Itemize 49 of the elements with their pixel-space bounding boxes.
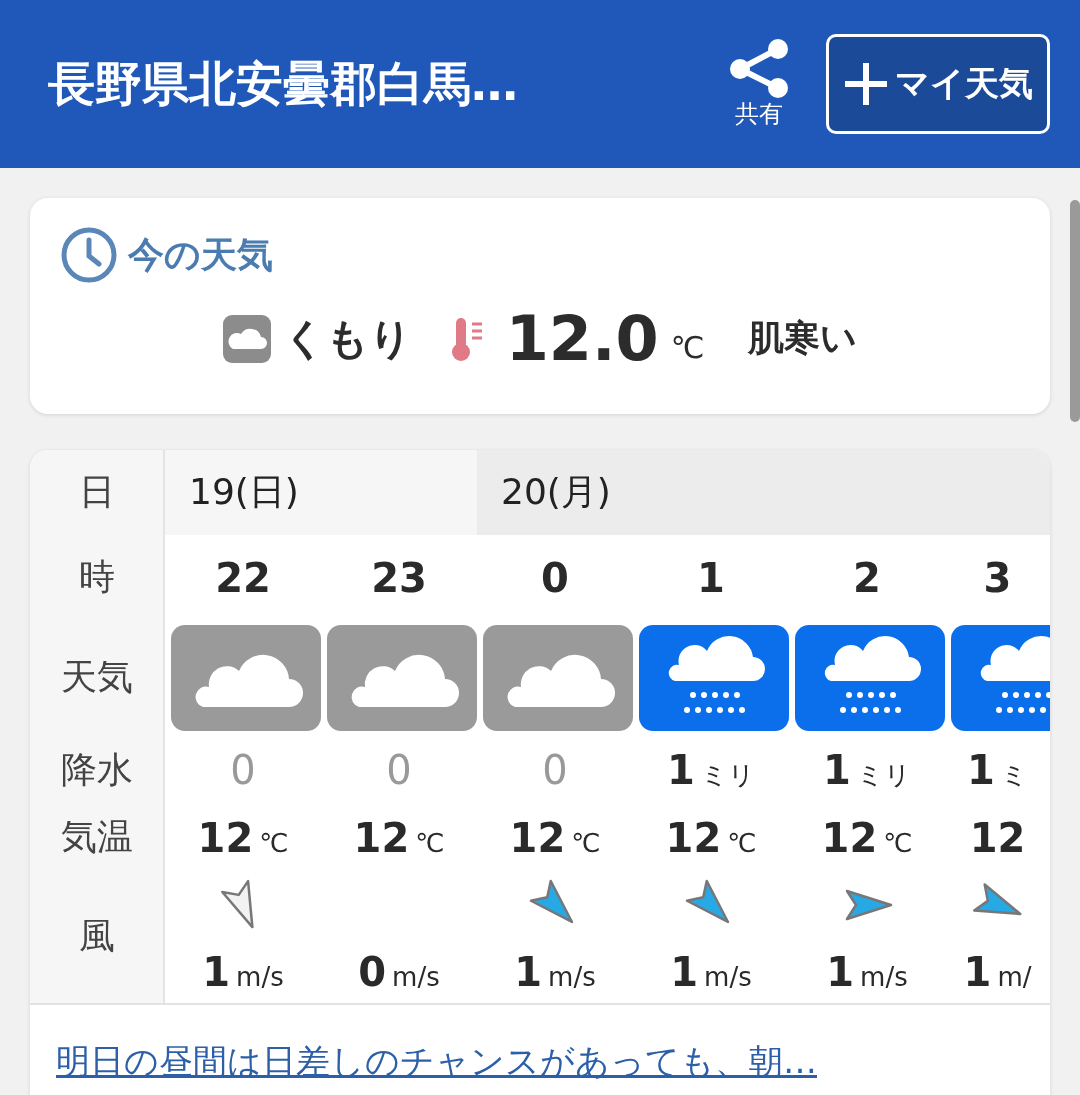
- cloud-icon: [483, 624, 633, 731]
- clock-icon: [60, 226, 118, 284]
- wind-speed: 1 m/s: [826, 948, 908, 995]
- wind-speed: 1 m/s: [202, 948, 284, 995]
- hour-label: 3: [983, 554, 1012, 601]
- row-label: 風: [78, 914, 115, 958]
- hour-label: 2: [853, 554, 881, 601]
- row-label: 天気: [60, 655, 133, 699]
- cloud-icon: [222, 314, 271, 363]
- temperature-value: 12℃: [197, 814, 289, 861]
- precipitation-value: 1 ミリ: [823, 747, 911, 793]
- wind-speed: 0 m/s: [358, 948, 440, 995]
- rain-icon: [639, 624, 789, 731]
- day-header: 20(月): [477, 450, 1050, 535]
- section-title: 今の天気: [128, 232, 273, 277]
- feeling-text: 肌寒い: [748, 316, 858, 360]
- hour-label: 23: [371, 554, 427, 601]
- row-label: 気温: [60, 815, 133, 859]
- cloud-icon: [327, 624, 477, 731]
- row-label: 降水: [60, 747, 133, 792]
- weather-condition: くもり: [282, 312, 412, 365]
- temperature-value: 12℃: [509, 814, 601, 861]
- current-temperature: 12.0: [505, 302, 659, 375]
- temperature-unit: ℃: [670, 330, 705, 365]
- temperature-value: 12: [969, 814, 1026, 861]
- precipitation-value: 1 ミ: [967, 747, 1028, 793]
- hour-label: 1: [697, 554, 725, 601]
- plus-icon: [843, 61, 889, 107]
- row-label: 時: [78, 555, 115, 599]
- forecast-comment-link[interactable]: 明日の昼間は日差しのチャンスがあっても、朝…: [56, 1041, 817, 1081]
- location-title: 長野県北安曇郡白馬…: [48, 54, 519, 113]
- temperature-value: 12℃: [665, 814, 757, 861]
- precipitation-value: 0: [386, 747, 412, 793]
- wind-speed: 1 m/s: [670, 948, 752, 995]
- wind-speed: 1 m/s: [514, 948, 596, 995]
- temperature-value: 12℃: [821, 814, 913, 861]
- row-label: 日: [78, 470, 115, 514]
- precipitation-value: 0: [542, 747, 568, 793]
- share-button[interactable]: 共有: [726, 38, 792, 130]
- day-header: 19(日): [165, 450, 477, 535]
- my-weather-button[interactable]: マイ天気: [826, 34, 1050, 134]
- wind-speed: 1 m/: [963, 948, 1032, 995]
- rain-icon: [795, 624, 945, 731]
- precipitation-value: 1 ミリ: [667, 747, 755, 793]
- cloud-icon: [171, 624, 321, 731]
- hour-label: 22: [215, 554, 271, 601]
- hour-label: 0: [541, 554, 569, 601]
- precipitation-value: 0: [230, 747, 256, 793]
- temperature-value: 12℃: [353, 814, 445, 861]
